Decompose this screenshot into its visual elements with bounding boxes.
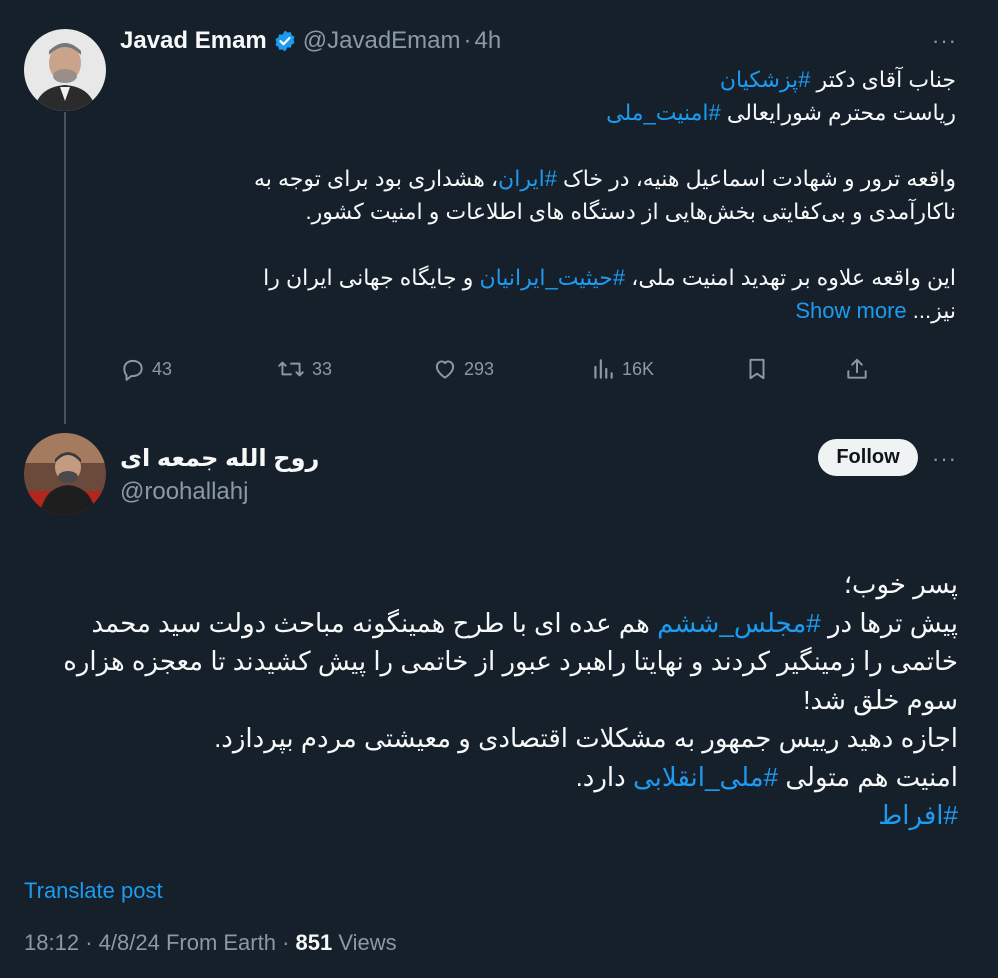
text-segment: پسر خوب؛ (843, 569, 958, 599)
views-label: Views (338, 930, 397, 955)
text-segment: هم عده ای با طرح همینگونه مباحث دولت سید… (91, 607, 658, 638)
repost-button[interactable]: 33 (276, 356, 332, 382)
reply-post-line: اجازه دهید رییس جمهور به مشکلات اقتصادی … (24, 719, 958, 758)
text-segment: دارد. (575, 761, 633, 792)
reply-post-line: امنیت هم متولی #ملی_انقلابی دارد. (24, 758, 958, 797)
verified-badge-icon (273, 29, 297, 53)
text-segment: این واقعه علاوه بر تهدید امنیت ملی، (625, 265, 956, 290)
more-icon[interactable]: ··· (932, 446, 957, 472)
time-separator: · (463, 27, 472, 54)
text-segment: واقعه ترور و شهادت اسماعیل هنیه، در خاک (556, 166, 956, 191)
thread-connector-line (64, 112, 66, 424)
text-segment: پیش ترها در (820, 607, 958, 638)
post-date[interactable]: 4/8/24 (99, 930, 160, 955)
post-source: From Earth (165, 930, 276, 955)
reply-author-name[interactable]: روح الله جمعه ای (120, 444, 319, 473)
share-icon (847, 358, 867, 379)
post-time[interactable]: 4h (475, 27, 502, 55)
reply-post-line: سوم خلق شد! (24, 681, 958, 720)
like-button[interactable]: 293 (432, 356, 494, 382)
original-post-line: واقعه ترور و شهادت اسماعیل هنیه، در خاک … (176, 162, 956, 195)
hashtag-link[interactable]: #امنیت_ملی (606, 100, 721, 125)
text-segment: سوم خلق شد! (803, 684, 958, 715)
show-more-link[interactable]: Show more (795, 298, 906, 323)
hashtag-link[interactable]: #ملی_انقلابی (633, 762, 778, 792)
reply-count: 43 (152, 358, 173, 379)
post-actions: 43 33 293 16K (120, 356, 880, 388)
reply-post-line: پسر خوب؛ (24, 565, 958, 604)
separator: · (85, 930, 93, 955)
text-segment: جناب آقای دکتر (810, 67, 956, 92)
original-post-line: این واقعه علاوه بر تهدید امنیت ملی، #حیث… (176, 261, 956, 294)
text-segment: اجازه دهید رییس جمهور به مشکلات اقتصادی … (214, 723, 958, 753)
bookmark-button[interactable] (744, 356, 776, 382)
text-segment: نیز... (906, 298, 956, 323)
separator: · (282, 930, 290, 955)
hashtag-link[interactable]: #پزشکیان (720, 67, 811, 92)
repost-icon (278, 361, 304, 377)
hashtag-link[interactable]: #حیثیت_ایرانیان (479, 265, 625, 290)
post-header: Javad Emam @JavadEmam · 4h (120, 27, 501, 55)
follow-button[interactable]: Follow (818, 439, 918, 476)
views-icon (594, 359, 613, 379)
original-post-line: ریاست محترم شورایعالی #امنیت_ملی (176, 96, 956, 129)
author-name[interactable]: Javad Emam (120, 27, 267, 55)
reply-post-line: خاتمی را زمینگیر کردند و نهایتا راهبرد ع… (24, 642, 958, 681)
avatar-image (24, 433, 106, 515)
reply-post-line: #افراط (24, 796, 958, 835)
original-post-line: نیز... Show more (176, 294, 956, 327)
reply-author-name-row: روح الله جمعه ای (120, 444, 319, 473)
text-segment: ناکارآمدی و بی‌کفایتی بخش‌هایی از دستگاه… (305, 199, 956, 224)
reply-post-text: پسر خوب؛ پیش ترها در #مجلس_ششم هم عده ای … (24, 565, 958, 835)
text-segment: ، هشداری بود برای توجه به (253, 166, 499, 191)
hashtag-link[interactable]: #ایران (498, 166, 557, 191)
original-post-line: جناب آقای دکتر #پزشکیان (176, 63, 956, 96)
reply-author-handle[interactable]: @roohallahj (120, 478, 248, 506)
text-segment: و جایگاه جهانی ایران را (263, 265, 480, 290)
translate-post-link[interactable]: Translate post (24, 878, 163, 904)
hashtag-link[interactable]: #مجلس_ششم (657, 608, 821, 638)
like-count: 293 (464, 358, 495, 379)
original-post-line: ناکارآمدی و بی‌کفایتی بخش‌هایی از دستگاه… (176, 195, 956, 228)
original-post-text: جناب آقای دکتر #پزشکیان ریاست محترم شورای… (176, 63, 956, 327)
reply-icon (123, 359, 143, 381)
reply-button[interactable]: 43 (120, 356, 172, 382)
reply-handle-row: @roohallahj (120, 478, 248, 506)
views-button[interactable]: 16K (590, 356, 654, 382)
post-time[interactable]: 18:12 (24, 930, 79, 955)
reply-post-line: پیش ترها در #مجلس_ششم هم عده ای با طرح ه… (24, 604, 958, 643)
text-segment: خاتمی را زمینگیر کردند و نهایتا راهبرد ع… (63, 646, 958, 676)
repost-count: 33 (312, 358, 333, 379)
avatar-javad-emam[interactable] (24, 29, 106, 111)
avatar-image (24, 29, 106, 111)
more-icon[interactable]: ··· (932, 28, 957, 54)
views-count: 851 (295, 930, 333, 955)
text-segment: امنیت هم متولی (778, 761, 958, 792)
avatar-roohallahj[interactable] (24, 433, 106, 515)
bookmark-icon (749, 358, 765, 380)
hashtag-link[interactable]: #افراط (878, 800, 958, 830)
post-metadata: 18:12 · 4/8/24 From Earth · 851 Views (24, 930, 397, 956)
like-icon (435, 360, 455, 379)
author-handle[interactable]: @JavadEmam (303, 27, 461, 55)
text-segment: ریاست محترم شورایعالی (720, 100, 956, 125)
views-count: 16K (622, 358, 655, 379)
share-button[interactable] (844, 356, 876, 382)
